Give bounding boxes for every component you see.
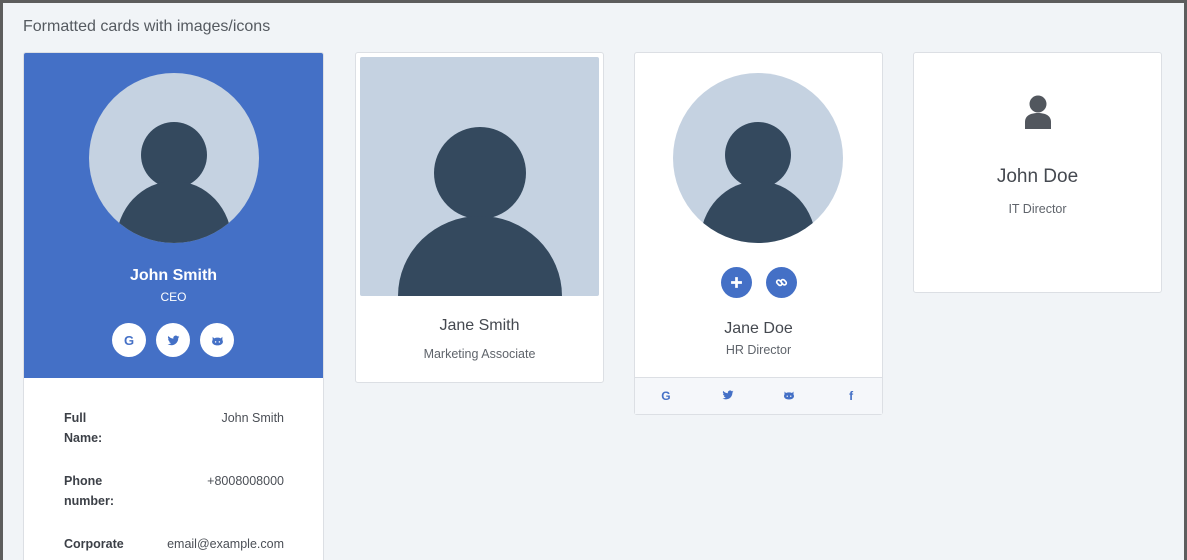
- user-silhouette-icon: [700, 122, 816, 243]
- link-button[interactable]: [766, 267, 797, 298]
- google-icon: G: [123, 332, 135, 348]
- google-icon[interactable]: G: [651, 389, 681, 403]
- profile-card-john-doe: John Doe IT Director: [913, 52, 1162, 293]
- profile-card-john-smith: John Smith CEO G Full Name: John Smith P…: [23, 52, 324, 560]
- twitter-icon: [167, 335, 179, 345]
- github-icon[interactable]: [774, 389, 804, 404]
- profile-card-jane-smith: Jane Smith Marketing Associate: [355, 52, 604, 383]
- page-frame: Formatted cards with images/icons John S…: [0, 0, 1187, 560]
- twitter-icon[interactable]: [713, 389, 743, 404]
- avatar: [360, 57, 599, 296]
- card-name: Jane Smith: [439, 317, 520, 334]
- detail-label: Phone number:: [64, 474, 114, 508]
- card-role: IT Director: [1008, 202, 1067, 216]
- user-silhouette-icon: [398, 127, 562, 296]
- avatar: [89, 73, 259, 243]
- link-icon: [775, 278, 788, 287]
- avatar: [673, 73, 843, 243]
- user-icon: [1025, 95, 1051, 129]
- detail-label: Corporate: [64, 537, 124, 551]
- card-role: CEO: [160, 290, 187, 304]
- card-role: Marketing Associate: [423, 347, 536, 361]
- google-button[interactable]: G: [112, 323, 146, 357]
- plus-icon: [731, 277, 742, 288]
- github-button[interactable]: [200, 323, 234, 357]
- detail-label: Full Name:: [64, 411, 103, 445]
- card-name: John Smith: [129, 267, 218, 284]
- twitter-button[interactable]: [156, 323, 190, 357]
- facebook-icon[interactable]: f: [836, 389, 866, 403]
- user-silhouette-icon: [116, 122, 232, 243]
- detail-value: John Smith: [221, 411, 284, 425]
- card-role: HR Director: [725, 343, 792, 357]
- add-button[interactable]: [721, 267, 752, 298]
- social-links: G: [112, 323, 234, 357]
- detail-row: Phone number: +8008008000: [64, 471, 284, 511]
- card-footer: G f: [635, 377, 882, 414]
- profile-card-jane-doe: Jane Doe HR Director G f: [634, 52, 883, 415]
- detail-value: +8008008000: [207, 474, 284, 488]
- detail-value: email@example.com: [167, 537, 284, 551]
- details-list: Full Name: John Smith Phone number: +800…: [64, 408, 284, 560]
- card-header: John Smith CEO G: [24, 53, 323, 378]
- card-name: John Doe: [996, 166, 1079, 187]
- github-icon: [211, 336, 223, 345]
- page-title: Formatted cards with images/icons: [23, 18, 271, 35]
- detail-row: Corporate email@example.com: [64, 534, 284, 554]
- detail-row: Full Name: John Smith: [64, 408, 284, 448]
- card-name: Jane Doe: [724, 320, 793, 337]
- card-actions: [721, 267, 797, 298]
